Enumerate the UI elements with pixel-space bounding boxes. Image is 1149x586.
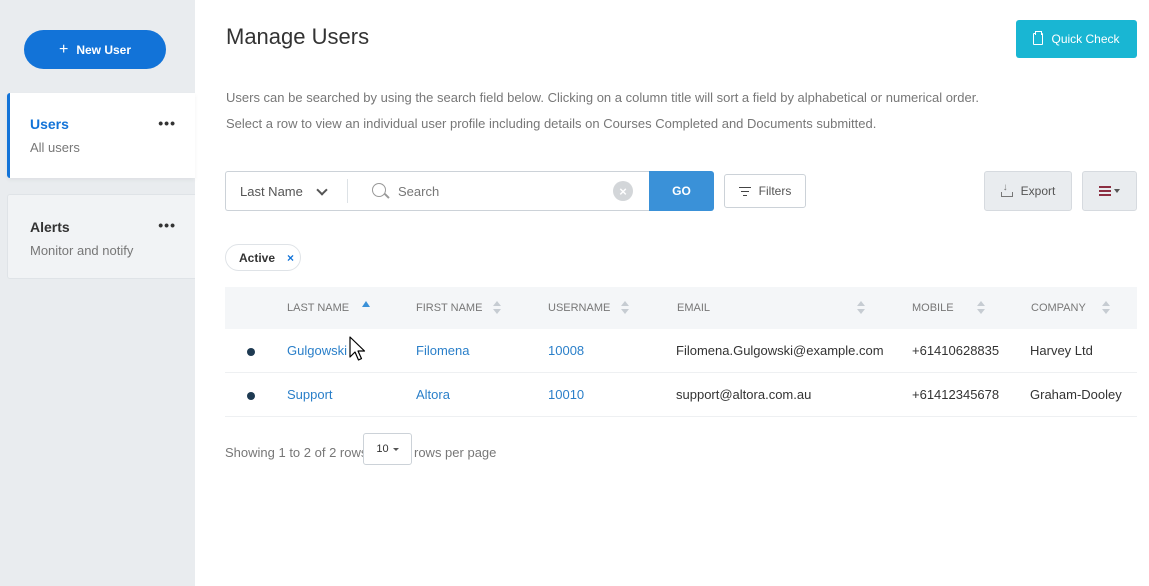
sidebar-item-subtitle: Monitor and notify: [30, 243, 134, 258]
table-row[interactable]: Support Altora 10010 support@altora.com.…: [225, 373, 1137, 417]
search-bar: Last Name ×: [225, 171, 649, 211]
clipboard-icon: [1033, 31, 1044, 45]
filter-icon: [738, 186, 751, 197]
cell-username[interactable]: 10010: [548, 387, 584, 402]
export-button[interactable]: Export: [984, 171, 1072, 211]
cell-username[interactable]: 10008: [548, 343, 584, 358]
sort-icon[interactable]: [493, 301, 501, 315]
column-header-first-name[interactable]: FIRST NAME: [416, 302, 482, 314]
page-title: Manage Users: [226, 24, 370, 49]
view-options-button[interactable]: [1082, 171, 1137, 211]
description-line-1: Users can be searched by using the searc…: [226, 90, 979, 105]
column-header-email[interactable]: EMAIL: [677, 302, 710, 314]
filters-button[interactable]: Filters: [724, 174, 806, 208]
cell-email: support@altora.com.au: [676, 387, 812, 402]
mouse-cursor-icon: [349, 336, 366, 361]
cell-last-name[interactable]: Gulgowski: [287, 343, 347, 358]
column-header-last-name[interactable]: LAST NAME: [287, 302, 349, 314]
quick-check-button[interactable]: Quick Check: [1016, 20, 1137, 58]
cell-first-name[interactable]: Filomena: [416, 343, 469, 358]
search-input[interactable]: [398, 181, 598, 201]
sort-icon[interactable]: [857, 301, 865, 315]
rows-per-page-value: 10: [376, 443, 389, 455]
sidebar-item-alerts[interactable]: Alerts Monitor and notify •••: [7, 194, 195, 279]
sort-icon[interactable]: [977, 301, 985, 315]
more-options-icon[interactable]: •••: [158, 217, 176, 233]
cell-first-name[interactable]: Altora: [416, 387, 450, 402]
sidebar-item-subtitle: All users: [30, 140, 80, 155]
list-view-icon: [1099, 186, 1111, 196]
cell-mobile: +61410628835: [912, 343, 1000, 358]
quick-check-label: Quick Check: [1051, 32, 1120, 46]
sort-ascending-icon[interactable]: [362, 301, 370, 307]
new-user-label: New User: [76, 42, 132, 57]
cell-last-name[interactable]: Support: [287, 387, 333, 402]
remove-filter-icon[interactable]: ×: [287, 251, 294, 265]
active-filter-chip: Active ×: [225, 244, 301, 271]
caret-down-icon: [1114, 189, 1120, 193]
filters-label: Filters: [758, 184, 792, 198]
sidebar-item-title: Users: [30, 116, 69, 132]
search-field-value: Last Name: [240, 183, 303, 199]
search-icon: [372, 183, 386, 197]
cell-mobile: +61412345678: [912, 387, 1000, 402]
go-button[interactable]: GO: [649, 171, 714, 211]
pagination-summary: Showing 1 to 2 of 2 rows: [225, 445, 368, 460]
status-dot-icon: [247, 348, 255, 356]
column-header-company[interactable]: COMPANY: [1031, 302, 1086, 314]
divider: [347, 179, 348, 203]
table-header: LAST NAME FIRST NAME USERNAME EMAIL MOBI…: [225, 287, 1137, 329]
sidebar-item-users[interactable]: Users All users •••: [7, 93, 195, 178]
description-line-2: Select a row to view an individual user …: [226, 116, 877, 131]
rows-per-page-label: rows per page: [414, 445, 497, 460]
download-icon: [1000, 182, 1013, 197]
column-header-mobile[interactable]: MOBILE: [912, 302, 954, 314]
status-dot-icon: [247, 392, 255, 400]
sidebar: + New User Users All users ••• Alerts Mo…: [0, 0, 195, 586]
column-header-username[interactable]: USERNAME: [548, 302, 610, 314]
plus-icon: +: [58, 40, 69, 58]
chevron-down-icon: [316, 184, 328, 196]
sidebar-item-title: Alerts: [30, 219, 70, 235]
clear-search-icon[interactable]: ×: [613, 181, 633, 201]
sort-icon[interactable]: [1102, 301, 1110, 315]
cell-company: Harvey Ltd: [1030, 343, 1093, 358]
sort-icon[interactable]: [621, 301, 629, 315]
rows-per-page-select[interactable]: 10: [363, 433, 412, 465]
search-field-select[interactable]: Last Name: [226, 172, 347, 210]
cell-email: Filomena.Gulgowski@example.com: [676, 343, 884, 358]
cell-company: Graham-Dooley: [1030, 387, 1122, 402]
filter-chip-label: Active: [239, 250, 276, 265]
new-user-button[interactable]: + New User: [24, 30, 166, 69]
more-options-icon[interactable]: •••: [158, 115, 176, 131]
export-label: Export: [1020, 184, 1056, 198]
caret-down-icon: [392, 447, 399, 451]
